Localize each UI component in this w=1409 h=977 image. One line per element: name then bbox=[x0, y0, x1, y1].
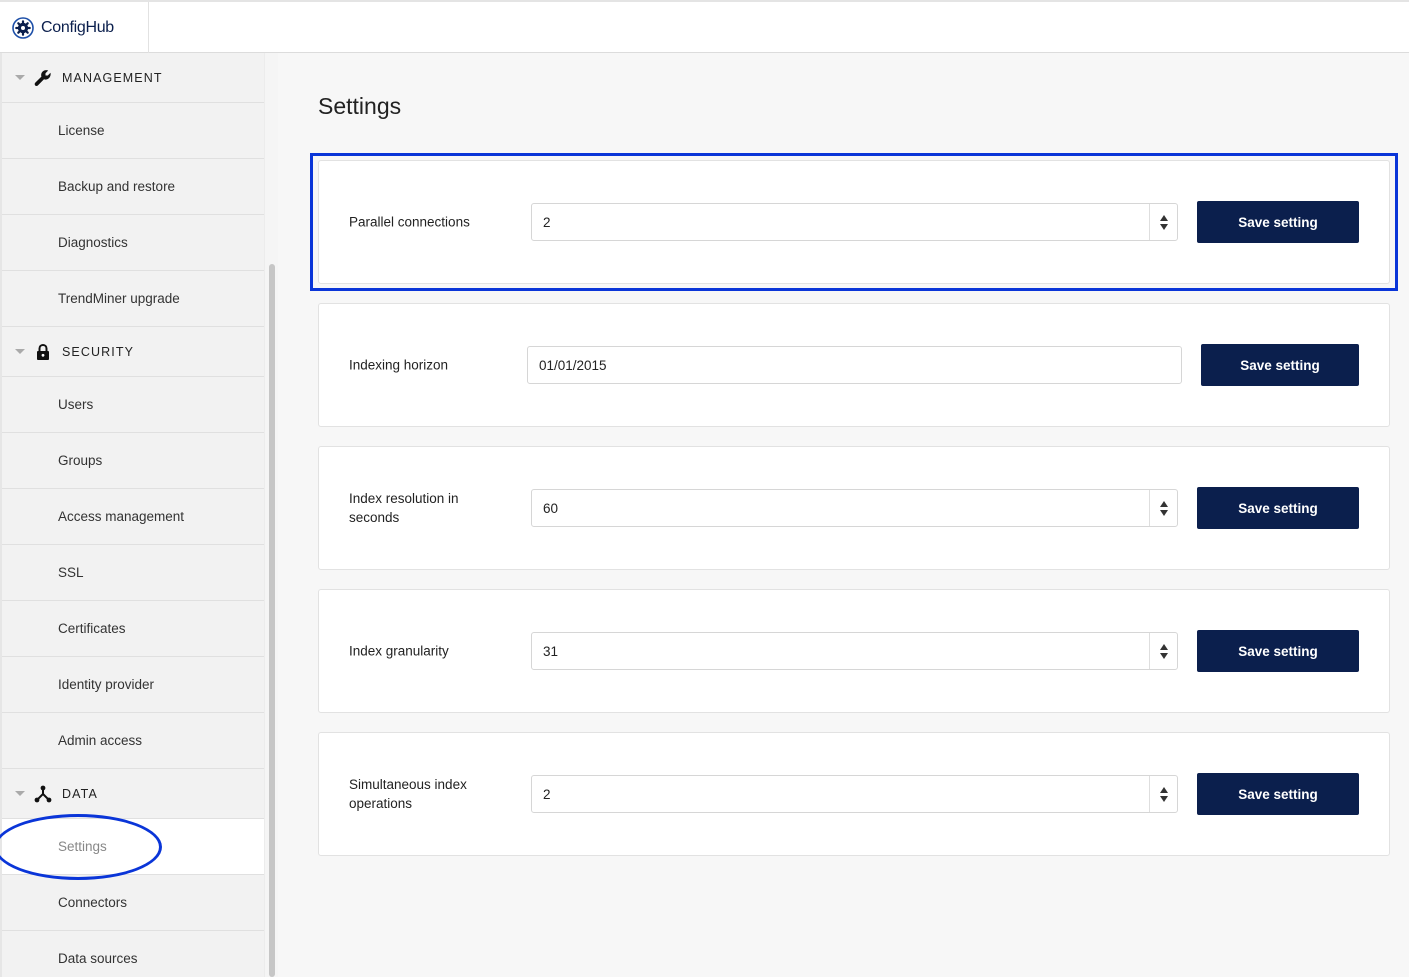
top-bar: ConfigHub bbox=[0, 0, 1409, 53]
increment-arrow-icon[interactable] bbox=[1159, 500, 1168, 507]
setting-card-indexing-horizon: Indexing horizon Save setting bbox=[318, 303, 1390, 427]
page-title: Settings bbox=[318, 93, 402, 119]
setting-label: Indexing horizon bbox=[349, 357, 449, 373]
setting-card-parallel-connections: Parallel connections Save setting bbox=[318, 160, 1390, 284]
setting-label: Index granularity bbox=[349, 643, 449, 659]
sidebar-item-ssl[interactable]: SSL bbox=[2, 545, 264, 601]
index-resolution-input[interactable] bbox=[532, 500, 1149, 516]
setting-label: Index resolution in seconds bbox=[349, 491, 459, 525]
sidebar-item-trendminer-upgrade[interactable]: TrendMiner upgrade bbox=[2, 271, 264, 327]
setting-label: Parallel connections bbox=[349, 214, 470, 230]
decrement-arrow-icon[interactable] bbox=[1159, 652, 1168, 659]
stepper-controls[interactable] bbox=[1149, 633, 1177, 669]
wrench-icon bbox=[34, 69, 52, 87]
save-setting-button[interactable]: Save setting bbox=[1197, 630, 1359, 672]
sidebar-item-connectors[interactable]: Connectors bbox=[2, 875, 264, 931]
sidebar-item-identity-provider[interactable]: Identity provider bbox=[2, 657, 264, 713]
network-icon bbox=[34, 785, 52, 803]
section-label: MANAGEMENT bbox=[62, 70, 163, 85]
setting-card-index-resolution: Index resolution in seconds Save setting bbox=[318, 446, 1390, 570]
scrollbar-thumb[interactable] bbox=[269, 264, 275, 977]
sidebar-item-users[interactable]: Users bbox=[2, 377, 264, 433]
sidebar-item-data-sources[interactable]: Data sources bbox=[2, 931, 264, 977]
stepper-controls[interactable] bbox=[1149, 204, 1177, 240]
brand-name: ConfigHub bbox=[41, 18, 114, 36]
parallel-connections-stepper[interactable] bbox=[531, 203, 1178, 241]
save-setting-button[interactable]: Save setting bbox=[1197, 201, 1359, 243]
sidebar-item-admin-access[interactable]: Admin access bbox=[2, 713, 264, 769]
brand[interactable]: ConfigHub bbox=[0, 2, 149, 53]
setting-label: Simultaneous index operations bbox=[349, 777, 467, 811]
setting-card-index-granularity: Index granularity Save setting bbox=[318, 589, 1390, 713]
indexing-horizon-input[interactable] bbox=[528, 357, 1181, 373]
section-security[interactable]: SECURITY bbox=[2, 327, 264, 377]
sidebar: MANAGEMENT License Backup and restore Di… bbox=[0, 53, 264, 977]
chevron-down-icon bbox=[14, 348, 26, 355]
main-content: Settings Parallel connections Save setti… bbox=[278, 53, 1409, 977]
decrement-arrow-icon[interactable] bbox=[1159, 795, 1168, 802]
stepper-controls[interactable] bbox=[1149, 776, 1177, 812]
index-granularity-input[interactable] bbox=[532, 643, 1149, 659]
sidebar-item-access-management[interactable]: Access management bbox=[2, 489, 264, 545]
simultaneous-index-operations-stepper[interactable] bbox=[531, 775, 1178, 813]
chevron-down-icon bbox=[14, 74, 26, 81]
save-setting-button[interactable]: Save setting bbox=[1197, 773, 1359, 815]
increment-arrow-icon[interactable] bbox=[1159, 643, 1168, 650]
section-label: DATA bbox=[62, 786, 98, 801]
parallel-connections-input[interactable] bbox=[532, 214, 1149, 230]
decrement-arrow-icon[interactable] bbox=[1159, 509, 1168, 516]
sidebar-item-certificates[interactable]: Certificates bbox=[2, 601, 264, 657]
sidebar-scrollbar[interactable] bbox=[264, 53, 278, 977]
index-granularity-stepper[interactable] bbox=[531, 632, 1178, 670]
sidebar-item-diagnostics[interactable]: Diagnostics bbox=[2, 215, 264, 271]
chevron-down-icon bbox=[14, 790, 26, 797]
increment-arrow-icon[interactable] bbox=[1159, 786, 1168, 793]
sidebar-item-groups[interactable]: Groups bbox=[2, 433, 264, 489]
save-setting-button[interactable]: Save setting bbox=[1201, 344, 1359, 386]
sidebar-item-settings[interactable]: Settings bbox=[2, 819, 264, 875]
simultaneous-index-operations-input[interactable] bbox=[532, 786, 1149, 802]
setting-card-simultaneous-index-operations: Simultaneous index operations Save setti… bbox=[318, 732, 1390, 856]
stepper-controls[interactable] bbox=[1149, 490, 1177, 526]
save-setting-button[interactable]: Save setting bbox=[1197, 487, 1359, 529]
section-label: SECURITY bbox=[62, 344, 135, 359]
index-resolution-stepper[interactable] bbox=[531, 489, 1178, 527]
section-data[interactable]: DATA bbox=[2, 769, 264, 819]
sidebar-item-backup-and-restore[interactable]: Backup and restore bbox=[2, 159, 264, 215]
sidebar-item-license[interactable]: License bbox=[2, 103, 264, 159]
gear-logo-icon bbox=[12, 16, 34, 39]
decrement-arrow-icon[interactable] bbox=[1159, 223, 1168, 230]
indexing-horizon-date-field[interactable] bbox=[527, 346, 1182, 384]
increment-arrow-icon[interactable] bbox=[1159, 214, 1168, 221]
lock-icon bbox=[34, 343, 52, 361]
section-management[interactable]: MANAGEMENT bbox=[2, 53, 264, 103]
